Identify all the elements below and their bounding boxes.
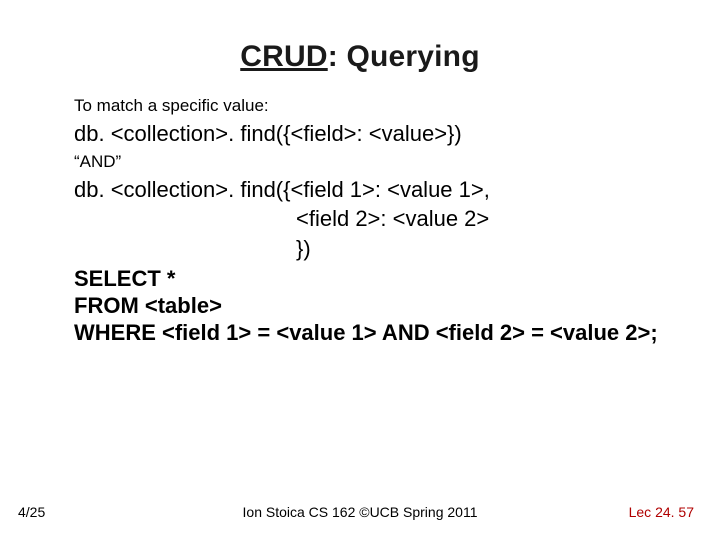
slide: CRUD: Querying To match a specific value… (0, 0, 720, 540)
title-crud: CRUD (240, 40, 327, 73)
footer-lecture-number: Lec 24. 57 (629, 504, 694, 520)
label-match-value: To match a specific value: (74, 96, 680, 116)
code-find-single: db. <collection>. find({<field>: <value>… (74, 120, 680, 148)
sql-where: WHERE <field 1> = <value 1> AND <field 2… (74, 320, 680, 347)
code-find-and-line1: db. <collection>. find({<field 1>: <valu… (74, 176, 680, 204)
code-find-and-line3: }) (74, 235, 680, 263)
slide-content: To match a specific value: db. <collecti… (0, 96, 720, 346)
sql-from: FROM <table> (74, 293, 680, 320)
sql-block: SELECT * FROM <table> WHERE <field 1> = … (74, 266, 680, 346)
title-suffix: : Querying (328, 40, 480, 73)
footer-attribution: Ion Stoica CS 162 ©UCB Spring 2011 (243, 504, 478, 520)
label-and: “AND” (74, 152, 680, 172)
sql-select: SELECT * (74, 266, 680, 293)
footer-date: 4/25 (18, 504, 45, 520)
code-find-and-line2: <field 2>: <value 2> (74, 205, 680, 233)
slide-title: CRUD: Querying (0, 40, 720, 74)
